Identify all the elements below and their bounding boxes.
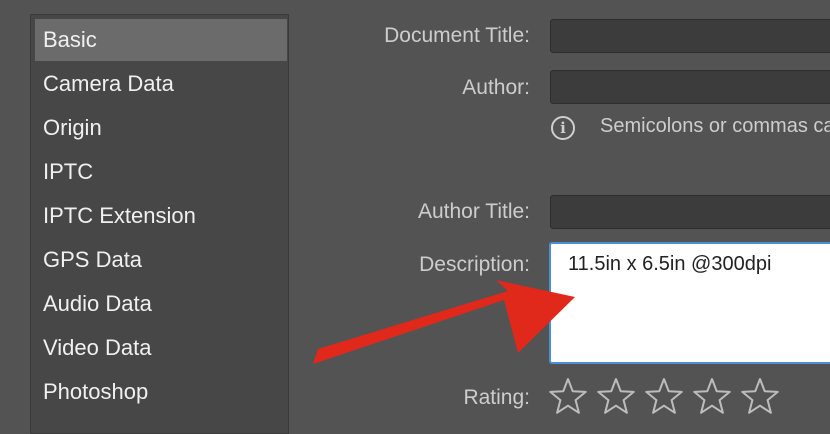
star-outline-icon[interactable] bbox=[692, 377, 732, 417]
author-field[interactable] bbox=[550, 70, 830, 104]
star-outline-icon[interactable] bbox=[548, 377, 588, 417]
author-hint-text: Semicolons or commas ca bbox=[600, 115, 830, 137]
sidebar-item-label: Origin bbox=[43, 115, 102, 140]
description-field[interactable]: 11.5in x 6.5in @300dpi bbox=[549, 242, 830, 364]
star-outline-icon[interactable] bbox=[644, 377, 684, 417]
sidebar-item-photoshop[interactable]: Photoshop bbox=[35, 371, 287, 413]
sidebar-item-iptc[interactable]: IPTC bbox=[35, 151, 287, 193]
metadata-category-list: Basic Camera Data Origin IPTC IPTC Exten… bbox=[30, 14, 289, 434]
sidebar-item-camera-data[interactable]: Camera Data bbox=[35, 63, 287, 105]
sidebar-item-basic[interactable]: Basic bbox=[35, 19, 287, 61]
sidebar-item-label: Photoshop bbox=[43, 379, 149, 404]
sidebar-item-origin[interactable]: Origin bbox=[35, 107, 287, 149]
sidebar-item-audio-data[interactable]: Audio Data bbox=[35, 283, 287, 325]
sidebar-item-iptc-extension[interactable]: IPTC Extension bbox=[35, 195, 287, 237]
sidebar-item-gps-data[interactable]: GPS Data bbox=[35, 239, 287, 281]
sidebar-item-video-data[interactable]: Video Data bbox=[35, 327, 287, 369]
author-label: Author: bbox=[462, 76, 530, 99]
star-outline-icon[interactable] bbox=[740, 377, 780, 417]
info-icon: i bbox=[551, 116, 575, 140]
sidebar-item-label: Video Data bbox=[43, 335, 152, 360]
sidebar-item-label: GPS Data bbox=[43, 247, 143, 272]
document-title-label: Document Title: bbox=[384, 24, 530, 47]
author-title-field[interactable] bbox=[550, 195, 830, 229]
author-title-label: Author Title: bbox=[417, 200, 530, 223]
star-outline-icon[interactable] bbox=[596, 377, 636, 417]
description-label: Description: bbox=[419, 253, 530, 276]
sidebar-item-label: Basic bbox=[43, 27, 97, 52]
sidebar-item-label: IPTC bbox=[43, 159, 94, 184]
sidebar-item-label: Audio Data bbox=[43, 291, 152, 316]
document-title-field[interactable] bbox=[550, 19, 830, 53]
sidebar-item-label: Camera Data bbox=[43, 71, 174, 96]
sidebar-item-label: IPTC Extension bbox=[43, 203, 196, 228]
rating-label: Rating: bbox=[463, 386, 530, 409]
